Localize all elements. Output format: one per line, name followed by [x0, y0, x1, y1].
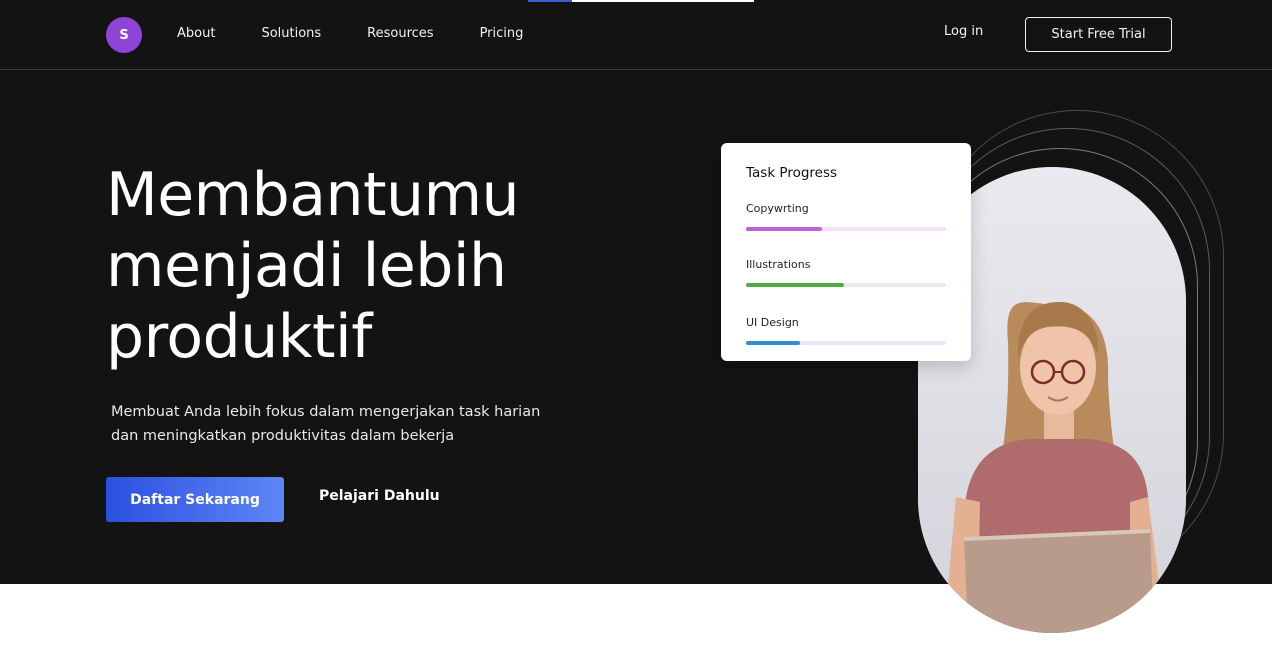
headline-line-2: menjadi lebih	[106, 231, 507, 301]
progress-fill	[746, 341, 800, 345]
nav-link-about[interactable]: About	[177, 25, 215, 43]
subtext-line-2: dan meningkatkan produktivitas dalam bek…	[111, 428, 455, 444]
task-label: Copywrting	[746, 202, 809, 215]
navbar: S About Solutions Resources Pricing Log …	[0, 0, 1272, 70]
progress-track	[746, 341, 946, 345]
task-item-ui-design: UI Design	[746, 316, 946, 345]
login-link[interactable]: Log in	[944, 24, 983, 39]
task-label: Illustrations	[746, 258, 811, 271]
task-item-copywriting: Copywrting	[746, 202, 946, 231]
progress-fill	[746, 283, 844, 287]
progress-fill	[746, 227, 822, 231]
task-item-illustrations: Illustrations	[746, 258, 946, 287]
hero-subtext: Membuat Anda lebih fokus dalam mengerjak…	[111, 400, 571, 448]
task-card-title: Task Progress	[746, 165, 838, 181]
headline-line-3: produktif	[106, 302, 372, 372]
start-free-trial-button[interactable]: Start Free Trial	[1025, 17, 1172, 52]
headline-line-1: Membantumu	[106, 160, 520, 230]
hero-headline: Membantumu menjadi lebih produktif	[106, 160, 666, 373]
nav-links: About Solutions Resources Pricing	[177, 25, 569, 43]
task-label: UI Design	[746, 316, 799, 329]
nav-link-pricing[interactable]: Pricing	[480, 25, 524, 43]
progress-track	[746, 283, 946, 287]
subtext-line-1: Membuat Anda lebih fokus dalam mengerjak…	[111, 404, 541, 420]
daftar-sekarang-button[interactable]: Daftar Sekarang	[106, 477, 284, 522]
logo[interactable]: S	[106, 17, 142, 53]
progress-track	[746, 227, 946, 231]
nav-link-resources[interactable]: Resources	[367, 25, 433, 43]
task-progress-card: Task Progress Copywrting Illustrations U…	[721, 143, 971, 361]
pelajari-dahulu-link[interactable]: Pelajari Dahulu	[319, 488, 440, 504]
nav-link-solutions[interactable]: Solutions	[261, 25, 321, 43]
